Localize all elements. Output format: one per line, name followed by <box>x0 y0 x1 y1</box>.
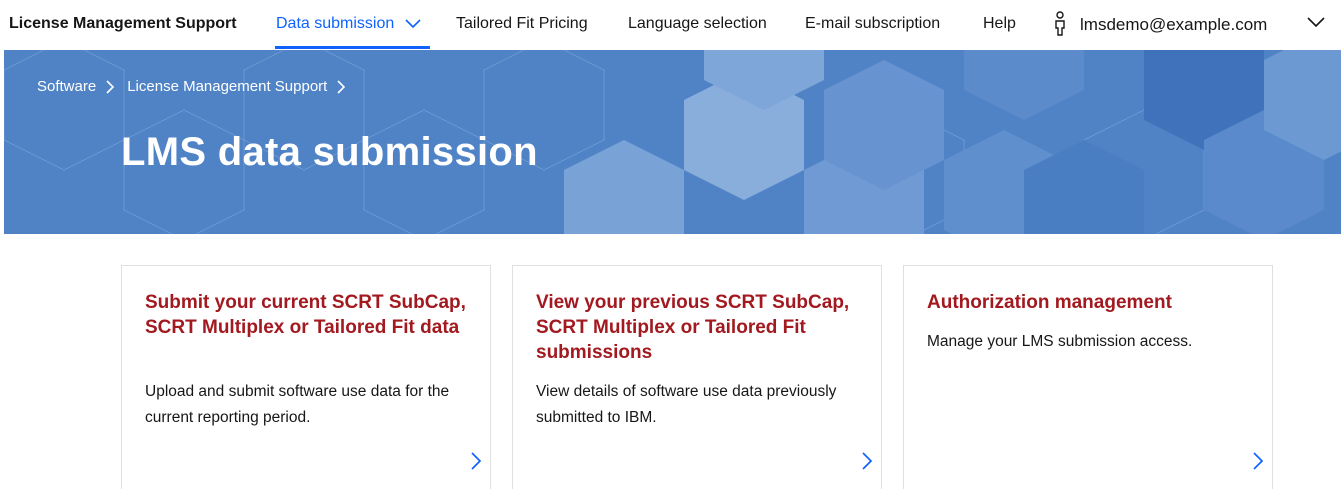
card-title: Submit your current SCRT SubCap, SCRT Mu… <box>145 292 466 338</box>
top-navigation: License Management Support Data submissi… <box>0 0 1341 50</box>
card-description: Manage your LMS submission access. <box>927 333 1193 350</box>
nav-item-data-submission[interactable]: Data submission <box>276 15 421 33</box>
breadcrumb: Software License Management Support <box>37 78 358 95</box>
card-title: View your previous SCRT SubCap, SCRT Mul… <box>536 292 850 363</box>
chevron-right-icon <box>337 79 346 94</box>
card-title: Authorization management <box>927 292 1172 313</box>
chevron-right-icon <box>106 79 115 94</box>
card-submit-current-data[interactable]: Submit your current SCRT SubCap, SCRT Mu… <box>121 265 491 489</box>
chevron-right-icon[interactable] <box>471 452 482 470</box>
nav-item-email-subscription[interactable]: E-mail subscription <box>805 15 940 33</box>
user-icon[interactable] <box>1053 11 1067 37</box>
active-nav-indicator <box>275 46 430 49</box>
breadcrumb-item-license-management-support[interactable]: License Management Support <box>127 78 327 95</box>
nav-item-label: Data submission <box>276 15 395 32</box>
breadcrumb-item-software[interactable]: Software <box>37 78 96 95</box>
hero-banner: Software License Management Support LMS … <box>4 50 1341 234</box>
user-email[interactable]: lmsdemo@example.com <box>1080 15 1267 35</box>
card-description: Upload and submit software use data for … <box>145 383 450 426</box>
nav-item-tailored-fit-pricing[interactable]: Tailored Fit Pricing <box>456 15 588 33</box>
brand-name[interactable]: License Management Support <box>9 15 237 33</box>
page-title: LMS data submission <box>121 130 538 174</box>
card-description: View details of software use data previo… <box>536 383 837 426</box>
chevron-right-icon[interactable] <box>1253 452 1264 470</box>
nav-item-language-selection[interactable]: Language selection <box>628 15 767 33</box>
card-view-previous-submissions[interactable]: View your previous SCRT SubCap, SCRT Mul… <box>512 265 882 489</box>
nav-item-help[interactable]: Help <box>983 15 1016 33</box>
card-authorization-management[interactable]: Authorization management Manage your LMS… <box>903 265 1273 489</box>
chevron-down-icon <box>405 19 421 28</box>
chevron-right-icon[interactable] <box>862 452 873 470</box>
chevron-down-icon[interactable] <box>1307 17 1325 28</box>
